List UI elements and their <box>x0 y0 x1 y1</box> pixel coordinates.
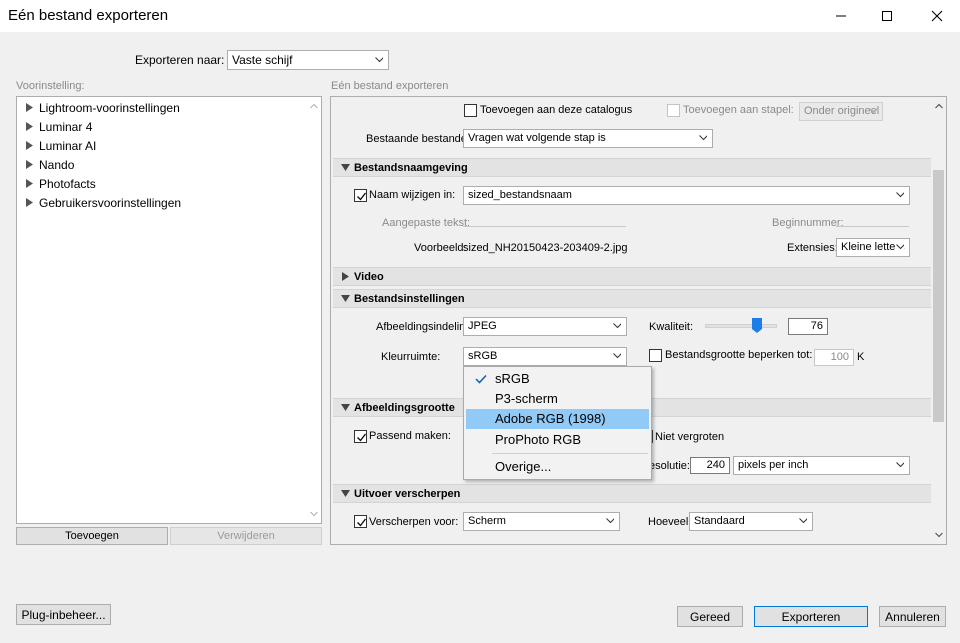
settings-header: Eén bestand exporteren <box>331 80 449 92</box>
expand-triangle-icon[interactable] <box>26 160 33 169</box>
collapse-triangle-icon[interactable] <box>341 490 350 497</box>
chevron-down-icon <box>606 518 614 524</box>
export-to-value: Vaste schijf <box>232 53 293 67</box>
quality-slider-thumb[interactable] <box>752 318 762 334</box>
remove-preset-button[interactable]: Verwijderen <box>170 527 322 545</box>
chevron-down-icon <box>613 323 621 329</box>
scroll-down-icon[interactable] <box>310 511 318 517</box>
expand-triangle-icon[interactable] <box>26 122 33 131</box>
window-title: Eén bestand exporteren <box>8 7 169 24</box>
chevron-down-icon <box>896 192 904 198</box>
limit-size-unit: K <box>857 351 865 363</box>
menu-item-prophoto[interactable]: ProPhoto RGB <box>466 430 649 450</box>
chevron-down-icon <box>869 108 877 114</box>
quality-label: Kwaliteit: <box>649 321 694 333</box>
done-button[interactable]: Gereed <box>677 606 743 627</box>
expand-triangle-icon[interactable] <box>26 198 33 207</box>
resize-label: Passend maken: <box>369 430 451 442</box>
chevron-down-icon <box>613 353 621 359</box>
start-number-field[interactable] <box>836 226 909 227</box>
example-label: Voorbeeld: <box>414 242 467 254</box>
add-to-catalog-checkbox[interactable] <box>464 104 477 117</box>
chevron-down-icon <box>896 462 904 468</box>
section-file-settings[interactable]: Bestandsinstellingen <box>333 289 931 308</box>
existing-files-select[interactable]: Vragen wat volgende stap is <box>463 129 713 148</box>
checkmark-icon <box>357 192 367 201</box>
cancel-button[interactable]: Annuleren <box>879 606 946 627</box>
amount-label: Hoeveel: <box>648 516 692 528</box>
extensions-select[interactable]: Kleine letters <box>836 238 910 257</box>
example-value: sized_NH20150423-203409-2.jpg <box>463 242 628 254</box>
scroll-up-icon[interactable] <box>935 103 943 109</box>
expand-triangle-icon[interactable] <box>26 179 33 188</box>
limit-size-checkbox[interactable] <box>649 349 662 362</box>
color-space-menu[interactable]: sRGB P3-scherm Adobe RGB (1998) ProPhoto… <box>463 366 652 480</box>
image-format-label: Afbeeldingsindeling: <box>376 321 475 333</box>
menu-item-other[interactable]: Overige... <box>466 457 649 477</box>
checkmark-icon <box>357 518 367 527</box>
menu-item-srgb[interactable]: sRGB <box>466 369 649 389</box>
custom-text-label: Aangepaste tekst: <box>382 217 471 229</box>
collapse-triangle-icon[interactable] <box>341 295 350 302</box>
add-to-stack-label: Toevoegen aan stapel: <box>683 104 794 116</box>
export-button[interactable]: Exporteren <box>754 606 868 627</box>
start-number-label: Beginnummer: <box>772 217 844 229</box>
scrollbar-thumb[interactable] <box>933 170 944 422</box>
stack-position-select[interactable]: Onder origineel <box>799 102 883 121</box>
limit-size-input[interactable]: 100 <box>814 349 854 366</box>
plugin-manager-button[interactable]: Plug-inbeheer... <box>16 604 111 625</box>
resize-checkbox[interactable] <box>354 430 367 443</box>
chevron-down-icon <box>699 135 707 141</box>
dont-enlarge-checkbox[interactable] <box>652 430 653 443</box>
expand-triangle-icon[interactable] <box>26 141 33 150</box>
rename-label: Naam wijzigen in: <box>369 189 456 201</box>
export-to-label: Exporteren naar: <box>135 53 225 67</box>
section-video[interactable]: Video <box>333 267 931 286</box>
close-icon[interactable] <box>914 0 960 32</box>
export-to-select[interactable]: Vaste schijf <box>227 50 389 70</box>
amount-select[interactable]: Standaard <box>689 512 813 531</box>
menu-item-adobe-rgb[interactable]: Adobe RGB (1998) <box>466 409 649 429</box>
scroll-up-icon[interactable] <box>310 103 318 109</box>
limit-size-label: Bestandsgrootte beperken tot: <box>665 349 813 361</box>
rename-template-select[interactable]: sized_bestandsnaam <box>463 186 910 205</box>
color-space-select[interactable]: sRGB <box>463 347 627 366</box>
rename-checkbox[interactable] <box>354 189 367 202</box>
resolution-unit-select[interactable]: pixels per inch <box>733 456 910 475</box>
existing-files-label: Bestaande bestanden: <box>366 133 477 145</box>
menu-item-p3[interactable]: P3-scherm <box>466 389 649 409</box>
add-preset-button[interactable]: Toevoegen <box>16 527 168 545</box>
sharpen-for-select[interactable]: Scherm <box>463 512 620 531</box>
add-to-catalog-label: Toevoegen aan deze catalogus <box>480 104 633 116</box>
scroll-down-icon[interactable] <box>935 532 943 538</box>
add-to-stack-checkbox[interactable] <box>667 104 680 117</box>
expand-triangle-icon[interactable] <box>26 103 33 112</box>
extensions-label: Extensies: <box>787 242 838 254</box>
collapse-triangle-icon[interactable] <box>341 164 350 171</box>
quality-slider-track[interactable] <box>705 324 777 328</box>
chevron-down-icon <box>896 244 904 252</box>
dont-enlarge-label: Niet vergroten <box>655 431 725 443</box>
resolution-input[interactable]: 240 <box>690 457 730 474</box>
quality-input[interactable]: 76 <box>788 318 828 335</box>
resolution-label: esolutie: <box>649 460 690 472</box>
sharpen-checkbox[interactable] <box>354 515 367 528</box>
sharpen-for-label: Verscherpen voor: <box>369 516 459 528</box>
checkmark-icon <box>475 374 487 384</box>
maximize-icon[interactable] <box>864 0 910 32</box>
presets-header: Voorinstelling: <box>16 80 85 92</box>
chevron-down-icon <box>375 57 383 63</box>
menu-separator <box>492 453 648 454</box>
image-format-select[interactable]: JPEG <box>463 317 627 336</box>
section-file-naming[interactable]: Bestandsnaamgeving <box>333 158 931 177</box>
custom-text-field[interactable] <box>463 226 626 227</box>
color-space-label: Kleurruimte: <box>381 351 441 363</box>
collapse-triangle-icon[interactable] <box>341 404 350 411</box>
minimize-icon[interactable] <box>818 0 864 32</box>
section-output-sharpening[interactable]: Uitvoer verscherpen <box>333 484 931 503</box>
expand-triangle-icon[interactable] <box>342 272 349 281</box>
checkmark-icon <box>357 433 367 442</box>
chevron-down-icon <box>799 518 807 524</box>
